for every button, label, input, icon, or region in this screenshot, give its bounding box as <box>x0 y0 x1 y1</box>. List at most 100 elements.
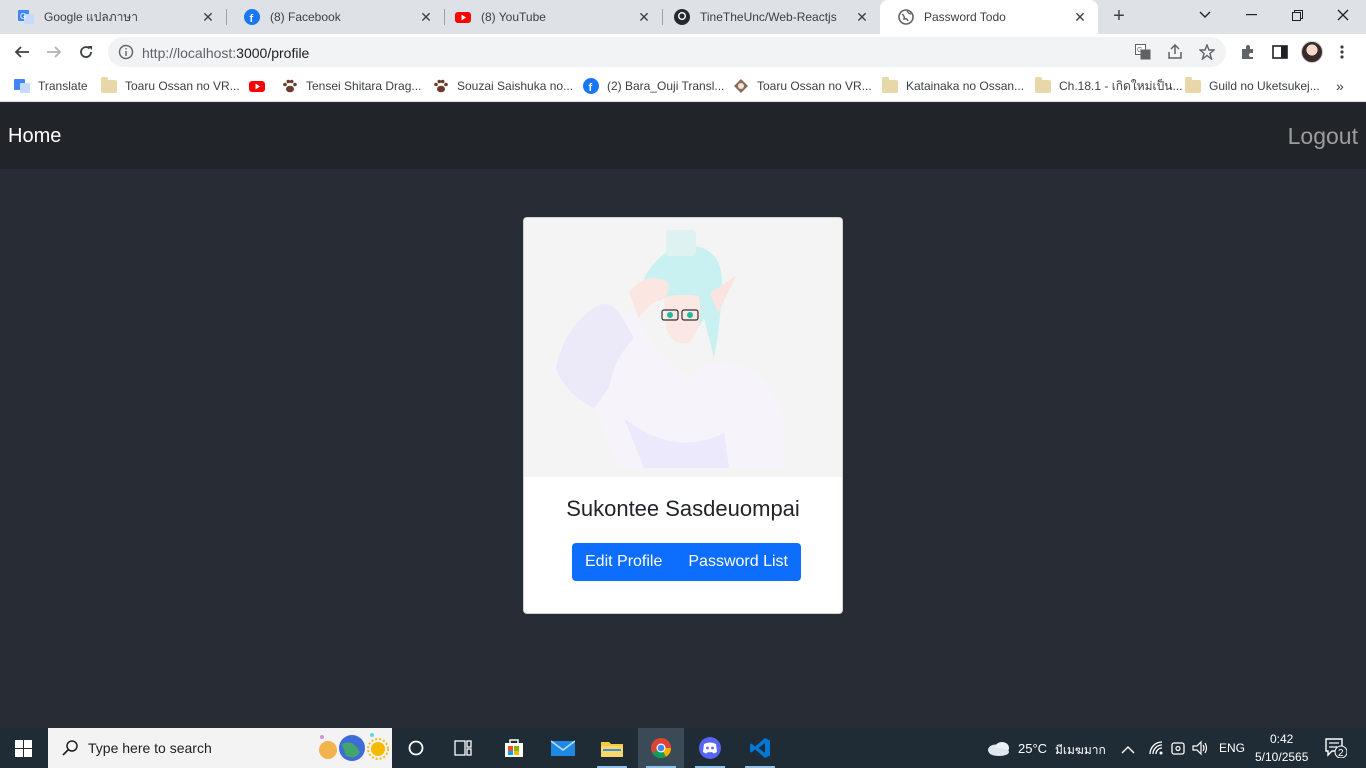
search-placeholder: Type here to search <box>88 740 212 756</box>
volume-icon[interactable] <box>1192 740 1210 761</box>
bookmark-label: Katainaka no Ossan... <box>906 79 1025 93</box>
tab-facebook[interactable]: f (8) Facebook ✕ <box>226 0 444 34</box>
bookmark-item[interactable]: Tensei Shitara Drag... <box>282 76 421 96</box>
tab-title: (8) Facebook <box>270 10 341 24</box>
window-close-icon[interactable] <box>1320 0 1366 30</box>
new-tab-plus-icon[interactable]: + <box>1108 6 1130 28</box>
tab-google-translate[interactable]: G Google แปลภาษา ✕ <box>0 0 226 34</box>
weather-description[interactable]: มีเมฆมาก <box>1055 741 1106 760</box>
notifications-count: 2 <box>1338 748 1344 759</box>
bookmark-item[interactable]: Guild no Uketsukej... <box>1185 76 1320 96</box>
password-list-button[interactable]: Password List <box>675 543 801 581</box>
address-url: http://localhost:3000/profile <box>142 45 310 61</box>
mail-icon[interactable] <box>540 728 586 768</box>
youtube-icon <box>249 78 265 94</box>
facebook-icon: f <box>244 9 260 25</box>
tab-title: TineTheUnc/Web-Reactjs <box>700 10 837 24</box>
bookmark-item[interactable]: Toaru Ossan no VR... <box>733 76 872 96</box>
google-translate-icon <box>14 78 30 94</box>
svg-text:f: f <box>589 82 593 94</box>
weather-temperature[interactable]: 25°C <box>1018 741 1047 756</box>
tray-overflow-chevron-icon[interactable] <box>1121 742 1135 760</box>
task-view-icon[interactable] <box>440 728 486 768</box>
bookmark-item[interactable]: Souzai Saishuka no... <box>433 76 573 96</box>
svg-text:G: G <box>20 12 26 21</box>
globe-icon <box>898 9 914 25</box>
forward-arrow-icon[interactable] <box>40 38 68 66</box>
tab-password-todo[interactable]: Password Todo ✕ <box>880 0 1098 34</box>
restore-icon[interactable] <box>1274 0 1320 30</box>
windows-start-icon[interactable] <box>0 728 46 768</box>
bookmark-item[interactable]: f (2) Bara_Ouji Transl... <box>583 76 724 96</box>
logout-link[interactable]: Logout <box>1288 123 1358 150</box>
github-icon <box>674 9 690 25</box>
folder-icon <box>101 76 117 94</box>
facebook-icon: f <box>583 78 599 94</box>
cortana-circle-icon[interactable] <box>393 728 439 768</box>
bookmark-item[interactable]: Toaru Ossan no VR... <box>101 76 240 96</box>
tab-title: (8) YouTube <box>481 10 546 24</box>
bookmark-label: Toaru Ossan no VR... <box>757 79 872 93</box>
site-icon <box>733 78 749 94</box>
discord-icon[interactable] <box>687 728 733 768</box>
search-highlights-icon <box>316 732 390 768</box>
google-translate-icon: G <box>18 9 34 25</box>
browser-toolbar: http://localhost:3000/profile G <box>0 34 1366 70</box>
search-icon <box>62 740 78 756</box>
svg-text:G: G <box>1137 47 1142 54</box>
minimize-icon[interactable] <box>1228 0 1274 30</box>
bookmark-label: Tensei Shitara Drag... <box>306 79 422 93</box>
taskbar-search[interactable]: Type here to search <box>48 728 392 768</box>
bookmarks-overflow-chevron-icon[interactable]: » <box>1336 76 1344 96</box>
bookmark-star-icon[interactable] <box>1198 43 1216 61</box>
share-icon[interactable] <box>1166 43 1184 61</box>
bookmark-label: Souzai Saishuka no... <box>457 79 574 93</box>
vscode-icon[interactable] <box>737 728 783 768</box>
side-panel-icon[interactable] <box>1270 42 1290 62</box>
bookmark-item[interactable] <box>249 76 273 96</box>
close-icon[interactable]: ✕ <box>200 9 216 25</box>
profile-image <box>524 218 842 477</box>
paw-icon <box>282 78 298 94</box>
address-bar[interactable]: http://localhost:3000/profile G <box>108 37 1226 67</box>
close-icon[interactable]: ✕ <box>854 9 870 25</box>
extensions-puzzle-icon[interactable] <box>1238 42 1258 62</box>
tab-github[interactable]: TineTheUnc/Web-Reactjs ✕ <box>656 0 880 34</box>
avatar[interactable] <box>1301 41 1323 63</box>
windows-taskbar: Type here to search 25°C มีเมฆมาก ENG 0:… <box>0 728 1366 768</box>
main-content: Sukontee Sasdeuompai Edit Profile Passwo… <box>0 169 1366 728</box>
edit-profile-button[interactable]: Edit Profile <box>572 543 675 581</box>
kebab-menu-icon[interactable] <box>1332 42 1352 62</box>
bookmark-item[interactable]: Ch.18.1 - เกิดใหม่เป็น... <box>1035 76 1182 96</box>
meet-now-icon[interactable] <box>1170 740 1186 761</box>
tab-search-chevron-icon[interactable] <box>1182 0 1228 30</box>
svg-text:f: f <box>250 13 254 25</box>
bookmark-label: (2) Bara_Ouji Transl... <box>607 79 725 93</box>
bookmark-item[interactable]: Translate <box>14 76 88 96</box>
close-icon[interactable]: ✕ <box>636 9 652 25</box>
profile-card: Sukontee Sasdeuompai Edit Profile Passwo… <box>523 217 843 614</box>
translate-page-icon[interactable]: G <box>1134 43 1152 61</box>
bookmark-item[interactable]: Katainaka no Ossan... <box>882 76 1024 96</box>
back-arrow-icon[interactable] <box>8 38 36 66</box>
file-explorer-icon[interactable] <box>589 728 635 768</box>
folder-icon <box>882 76 898 94</box>
close-icon[interactable]: ✕ <box>1072 9 1088 25</box>
clock-date[interactable]: 5/10/2565 <box>1255 750 1308 764</box>
home-link[interactable]: Home <box>8 125 61 148</box>
youtube-icon <box>455 9 471 25</box>
cloud-weather-icon[interactable] <box>987 740 1011 761</box>
network-icon[interactable] <box>1148 740 1164 761</box>
close-icon[interactable]: ✕ <box>418 9 434 25</box>
tab-youtube[interactable]: (8) YouTube ✕ <box>437 0 662 34</box>
reload-icon[interactable] <box>72 38 100 66</box>
input-language[interactable]: ENG <box>1219 741 1245 755</box>
microsoft-store-icon[interactable] <box>491 728 537 768</box>
bookmark-label: Guild no Uketsukej... <box>1209 79 1320 93</box>
clock-time[interactable]: 0:42 <box>1270 732 1293 746</box>
bookmark-label: Ch.18.1 - เกิดใหม่เป็น... <box>1059 78 1183 93</box>
folder-icon <box>1185 76 1201 94</box>
chrome-icon[interactable] <box>638 728 684 768</box>
tab-title: Google แปลภาษา <box>44 9 139 24</box>
site-info-icon[interactable] <box>118 44 134 65</box>
